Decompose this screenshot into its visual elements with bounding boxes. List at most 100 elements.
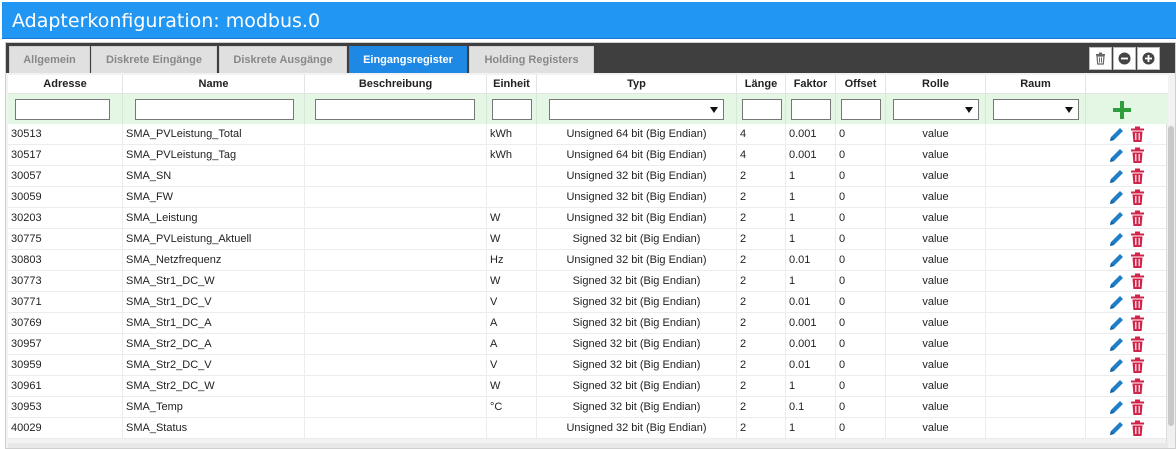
column-header-typ[interactable]: Typ: [537, 75, 737, 94]
trash-icon[interactable]: [1129, 315, 1146, 332]
pencil-icon[interactable]: [1108, 315, 1125, 332]
pencil-icon[interactable]: [1108, 357, 1125, 374]
pencil-icon[interactable]: [1108, 378, 1125, 395]
trash-icon[interactable]: [1129, 147, 1146, 164]
delete-all-button[interactable]: [1089, 47, 1112, 70]
trash-icon[interactable]: [1129, 210, 1146, 227]
filter-name-input[interactable]: [135, 99, 294, 120]
cell-beschreibung: [305, 124, 487, 145]
remove-row-button[interactable]: [1113, 47, 1136, 70]
chevron-down-icon: [1065, 107, 1073, 113]
cell-beschreibung: [305, 334, 487, 355]
filter-raum-select[interactable]: [993, 99, 1079, 120]
pencil-icon[interactable]: [1108, 420, 1125, 437]
trash-icon[interactable]: [1129, 357, 1146, 374]
cell-name: SMA_PVLeistung_Aktuell: [123, 229, 305, 250]
trash-icon[interactable]: [1129, 189, 1146, 206]
column-header-adresse[interactable]: Adresse: [8, 75, 123, 94]
filter-beschreibung-input[interactable]: [315, 99, 475, 120]
cell-faktor: 1: [786, 208, 836, 229]
table-row: 30769 SMA_Str1_DC_A A Signed 32 bit (Big En…: [8, 313, 1168, 334]
column-header-raum[interactable]: Raum: [986, 75, 1086, 94]
cell-rolle: value: [886, 376, 986, 397]
column-header-offset[interactable]: Offset: [836, 75, 886, 94]
cell-adresse: 30961: [8, 376, 123, 397]
cell-faktor: 1: [786, 418, 836, 439]
pencil-icon[interactable]: [1108, 252, 1125, 269]
scrollbar-thumb[interactable]: [1168, 126, 1174, 426]
cell-adresse: 30203: [8, 208, 123, 229]
pencil-icon[interactable]: [1108, 294, 1125, 311]
row-actions: [1086, 166, 1168, 187]
column-header-name[interactable]: Name: [123, 75, 305, 94]
cell-name: SMA_FW: [123, 187, 305, 208]
pencil-icon[interactable]: [1108, 147, 1125, 164]
filter-adresse-input[interactable]: [15, 99, 110, 120]
pencil-icon[interactable]: [1108, 336, 1125, 353]
horizontal-scrollbar[interactable]: [8, 443, 1168, 448]
filter-einheit-input[interactable]: [492, 99, 532, 120]
pencil-icon[interactable]: [1108, 210, 1125, 227]
cell-faktor: 0.01: [786, 292, 836, 313]
tab-diskrete-eingaenge[interactable]: Diskrete Eingänge: [91, 46, 217, 73]
filter-cell-offset: [836, 94, 886, 124]
add-entry-button[interactable]: [1110, 99, 1134, 121]
plus-icon: [1113, 101, 1131, 119]
trash-icon[interactable]: [1129, 168, 1146, 185]
pencil-icon[interactable]: [1108, 126, 1125, 143]
column-header-faktor[interactable]: Faktor: [786, 75, 836, 94]
cell-einheit: kWh: [487, 124, 537, 145]
tab-allgemein[interactable]: Allgemein: [9, 46, 90, 73]
cell-rolle: value: [886, 355, 986, 376]
cell-name: SMA_Str2_DC_A: [123, 334, 305, 355]
trash-icon[interactable]: [1129, 273, 1146, 290]
trash-icon[interactable]: [1129, 252, 1146, 269]
title-bar: Adapterkonfiguration: modbus.0: [2, 2, 1176, 39]
row-actions: [1086, 145, 1168, 166]
pencil-icon[interactable]: [1108, 168, 1125, 185]
trash-icon[interactable]: [1129, 378, 1146, 395]
tab-eingangsregister[interactable]: Eingangsregister: [349, 46, 467, 73]
pencil-icon[interactable]: [1108, 189, 1125, 206]
filter-faktor-input[interactable]: [791, 99, 831, 120]
column-header-beschreibung[interactable]: Beschreibung: [305, 75, 487, 94]
pencil-icon[interactable]: [1108, 399, 1125, 416]
trash-icon[interactable]: [1129, 420, 1146, 437]
cell-rolle: value: [886, 145, 986, 166]
row-actions: [1086, 208, 1168, 229]
column-header-rolle[interactable]: Rolle: [886, 75, 986, 94]
filter-laenge-input[interactable]: [742, 99, 782, 120]
filter-typ-select[interactable]: [549, 99, 724, 120]
trash-icon[interactable]: [1129, 336, 1146, 353]
cell-adresse: 30957: [8, 334, 123, 355]
cell-laenge: 2: [737, 229, 786, 250]
tab-diskrete-ausgaenge[interactable]: Diskrete Ausgänge: [219, 46, 347, 73]
trash-icon[interactable]: [1129, 294, 1146, 311]
cell-einheit: W: [487, 229, 537, 250]
trash-icon[interactable]: [1129, 126, 1146, 143]
trash-icon[interactable]: [1129, 231, 1146, 248]
pencil-icon[interactable]: [1108, 231, 1125, 248]
cell-rolle: value: [886, 313, 986, 334]
cell-offset: 0: [836, 271, 886, 292]
column-header-einheit[interactable]: Einheit: [487, 75, 537, 94]
vertical-scrollbar[interactable]: [1166, 124, 1175, 443]
filter-cell-faktor: [786, 94, 836, 124]
add-row-button[interactable]: [1137, 47, 1160, 70]
cell-offset: 0: [836, 250, 886, 271]
filter-offset-input[interactable]: [841, 99, 881, 120]
cell-typ: Unsigned 32 bit (Big Endian): [537, 418, 737, 439]
tab-holding-registers[interactable]: Holding Registers: [469, 46, 594, 73]
cell-faktor: 0.01: [786, 355, 836, 376]
column-header-laenge[interactable]: Länge: [737, 75, 786, 94]
cell-einheit: W: [487, 271, 537, 292]
trash-icon[interactable]: [1129, 399, 1146, 416]
cell-typ: Signed 32 bit (Big Endian): [537, 292, 737, 313]
table-row: 40029 SMA_Status Unsigned 32 bit (Big Endi…: [8, 418, 1168, 439]
filter-rolle-select[interactable]: [893, 99, 979, 120]
pencil-icon[interactable]: [1108, 273, 1125, 290]
cell-beschreibung: [305, 208, 487, 229]
config-panel: Allgemein Diskrete Eingänge Diskrete Aus…: [5, 42, 1176, 449]
cell-laenge: 2: [737, 187, 786, 208]
cell-raum: [986, 208, 1086, 229]
